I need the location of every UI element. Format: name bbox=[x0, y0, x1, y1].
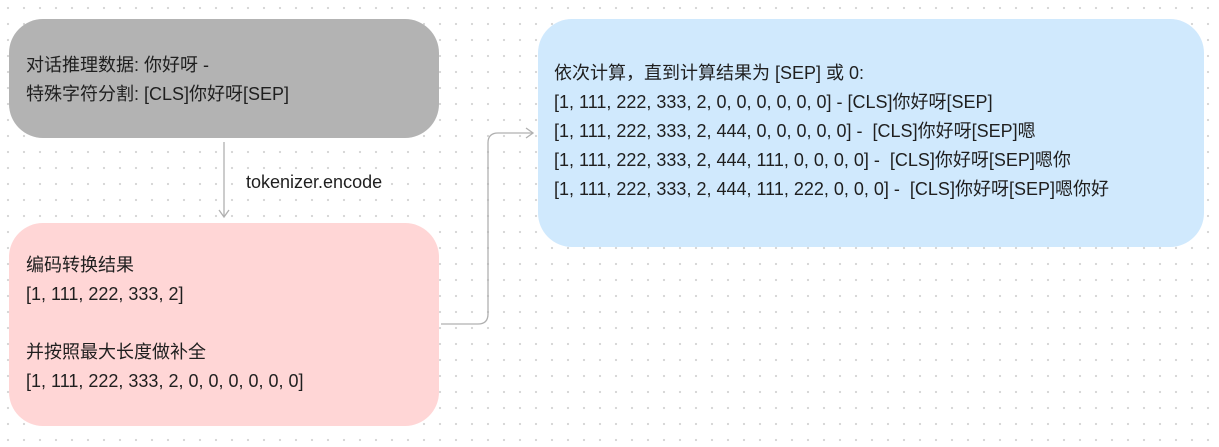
node-text-line: 对话推理数据: 你好呀 - bbox=[26, 55, 209, 75]
node-text-line: 特殊字符分割: [CLS]你好呀[SEP] bbox=[26, 84, 290, 104]
node-text-line: [1, 111, 222, 333, 2, 444, 0, 0, 0, 0, 0… bbox=[554, 121, 1036, 141]
node-text-line bbox=[26, 309, 439, 338]
arrow-encode-to-iterative bbox=[441, 127, 535, 325]
node-text-line: 编码转换结果 bbox=[26, 255, 134, 275]
node-text-line: 依次计算，直到计算结果为 [SEP] 或 0: bbox=[554, 63, 865, 83]
node-text-line: [1, 111, 222, 333, 2, 0, 0, 0, 0, 0, 0] … bbox=[554, 92, 993, 112]
node-text-line: 并按照最大长度做补全 bbox=[26, 342, 206, 362]
node-text-line: [1, 111, 222, 333, 2, 444, 111, 222, 0, … bbox=[554, 179, 1109, 199]
node-text-line: [1, 111, 222, 333, 2, 444, 111, 0, 0, 0,… bbox=[554, 150, 1071, 170]
node-text-line: [1, 111, 222, 333, 2, 0, 0, 0, 0, 0, 0] bbox=[26, 371, 304, 391]
encode-result-node[interactable]: 编码转换结果 [1, 111, 222, 333, 2] 并按照最大长度做补全 … bbox=[9, 223, 439, 426]
node-text-line: [1, 111, 222, 333, 2] bbox=[26, 284, 184, 304]
dialog-data-node[interactable]: 对话推理数据: 你好呀 - 特殊字符分割: [CLS]你好呀[SEP] bbox=[9, 19, 439, 138]
arrow-dialog-to-encode bbox=[218, 142, 230, 219]
iterative-compute-node[interactable]: 依次计算，直到计算结果为 [SEP] 或 0: [1, 111, 222, 33… bbox=[538, 19, 1204, 247]
edge-label-tokenizer-encode: tokenizer.encode bbox=[246, 172, 383, 192]
